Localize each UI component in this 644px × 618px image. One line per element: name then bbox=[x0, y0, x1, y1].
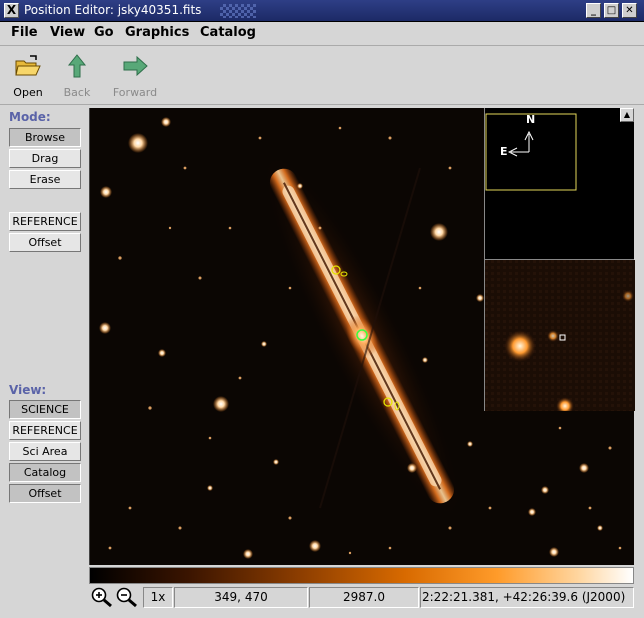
close-button[interactable]: ✕ bbox=[622, 3, 637, 18]
pixel-coords-field: 349, 470 bbox=[174, 587, 308, 608]
mode-reference-button[interactable]: REFERENCE bbox=[9, 212, 81, 231]
forward-label: Forward bbox=[112, 86, 158, 99]
maximize-button[interactable]: □ bbox=[604, 3, 619, 18]
mode-drag-button[interactable]: Drag bbox=[9, 149, 81, 168]
folder-open-icon bbox=[15, 55, 41, 76]
view-reference-button[interactable]: REFERENCE bbox=[9, 421, 81, 440]
view-offset-button[interactable]: Offset bbox=[9, 484, 81, 503]
toolbar: Open Back Forward bbox=[0, 47, 644, 105]
menu-go[interactable]: Go bbox=[94, 25, 114, 40]
magnifier-view bbox=[484, 260, 635, 415]
side-panel: Mode: Browse Drag Erase REFERENCE Offset… bbox=[0, 106, 88, 618]
menu-graphics[interactable]: Graphics bbox=[125, 25, 189, 40]
title-bar-pattern bbox=[220, 4, 256, 18]
green-arrow-left-icon bbox=[67, 54, 87, 78]
window-bottom-border bbox=[0, 611, 644, 618]
mode-erase-button[interactable]: Erase bbox=[9, 170, 81, 189]
menu-file[interactable]: File bbox=[11, 25, 38, 40]
mode-browse-button[interactable]: Browse bbox=[9, 128, 81, 147]
compass-north-label: N bbox=[526, 113, 536, 126]
view-sci-area-button[interactable]: Sci Area bbox=[9, 442, 81, 461]
mode-offset-button[interactable]: Offset bbox=[9, 233, 81, 252]
pixel-value-field: 2987.0 bbox=[309, 587, 419, 608]
menu-bar: File View Go Graphics Catalog bbox=[0, 22, 644, 46]
magnifier-graphic bbox=[485, 260, 635, 415]
window-title: Position Editor: jsky40351.fits bbox=[24, 3, 202, 17]
panner-view[interactable]: N E bbox=[484, 108, 634, 260]
window-menu-icon[interactable]: X bbox=[4, 3, 19, 18]
panner-graphic bbox=[485, 113, 577, 191]
scroll-up-button[interactable]: ▲ bbox=[620, 108, 634, 122]
zoom-out-button[interactable] bbox=[115, 586, 139, 608]
green-arrow-right-icon bbox=[123, 55, 148, 77]
zoom-in-icon bbox=[91, 587, 112, 608]
open-button[interactable]: Open bbox=[10, 53, 46, 99]
menu-view[interactable]: View bbox=[50, 25, 85, 40]
menu-catalog[interactable]: Catalog bbox=[200, 25, 256, 40]
title-bar[interactable]: X Position Editor: jsky40351.fits _ □ ✕ bbox=[0, 0, 644, 22]
view-science-button[interactable]: SCIENCE bbox=[9, 400, 81, 419]
zoom-out-icon bbox=[116, 587, 137, 608]
mode-section-label: Mode: bbox=[9, 110, 51, 124]
wcs-coords-field: 2:22:21.381, +42:26:39.6 (J2000) bbox=[420, 587, 634, 608]
status-bar: 1x 349, 470 2987.0 2:22:21.381, +42:26:3… bbox=[89, 586, 644, 610]
forward-button[interactable]: Forward bbox=[108, 53, 162, 99]
colorbar[interactable] bbox=[89, 567, 634, 584]
zoom-in-button[interactable] bbox=[90, 586, 114, 608]
back-label: Back bbox=[63, 86, 91, 99]
open-label: Open bbox=[13, 86, 43, 99]
minimize-button[interactable]: _ bbox=[586, 3, 601, 18]
view-catalog-button[interactable]: Catalog bbox=[9, 463, 81, 482]
view-section-label: View: bbox=[9, 383, 47, 397]
compass-east-label: E bbox=[500, 145, 508, 158]
back-button[interactable]: Back bbox=[60, 53, 94, 99]
zoom-level-field: 1x bbox=[143, 587, 173, 608]
